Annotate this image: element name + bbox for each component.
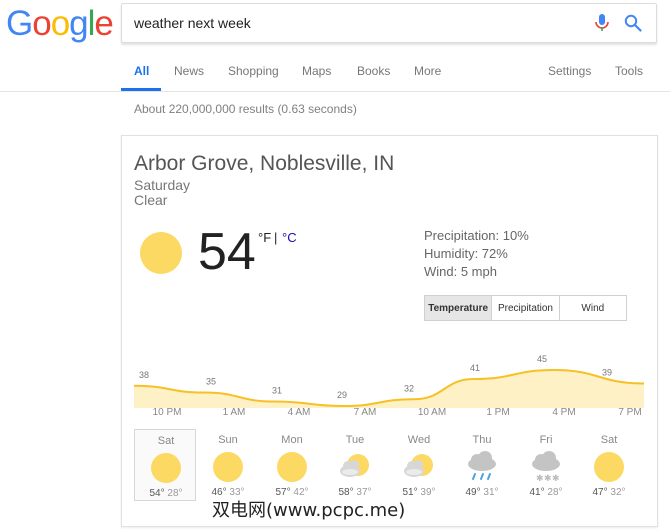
tab-all[interactable]: All (134, 64, 149, 78)
wind-button[interactable]: Wind (558, 296, 626, 320)
chart-x-labels: 10 PM 1 AM 4 AM 7 AM 10 AM 1 PM 4 PM 7 PM (134, 407, 644, 423)
google-logo[interactable]: Google (6, 4, 114, 44)
tab-news[interactable]: News (174, 64, 204, 78)
day-temperatures: 41° 28° (515, 487, 577, 498)
sun-icon (140, 232, 182, 274)
day-forecast-tue[interactable]: Tue 58° 37° (324, 429, 386, 501)
chart-x-label: 4 AM (287, 407, 311, 418)
mic-icon[interactable] (594, 13, 610, 33)
high-temp: 41° (529, 487, 545, 498)
unit-separator: | (274, 230, 278, 245)
search-icon[interactable] (624, 14, 642, 32)
chart-x-label: 10 PM (152, 407, 182, 418)
chart-value-label: 29 (337, 390, 347, 400)
svg-text:✱: ✱ (544, 474, 552, 483)
current-condition: Clear (134, 192, 168, 208)
search-tabs: All News Shopping Maps Books More Settin… (0, 56, 670, 91)
tab-maps[interactable]: Maps (302, 64, 331, 78)
logo-letter: o (32, 4, 51, 43)
high-temp: 49° (465, 487, 481, 498)
svg-text:✱: ✱ (552, 474, 560, 483)
unit-fahrenheit[interactable]: °F (258, 230, 271, 245)
watermark: 双电网(www.pcpc.me) (212, 500, 406, 521)
day-forecast-fri[interactable]: Fri ✱ ✱ ✱ 41° 28° (515, 429, 577, 501)
day-forecast-sat[interactable]: Sat 47° 32° (578, 429, 640, 501)
temperature-button[interactable]: Temperature (425, 296, 492, 320)
low-temp: 28° (544, 487, 563, 498)
current-temperature: 54 (198, 223, 256, 281)
chart-x-label: 7 AM (353, 407, 377, 418)
daily-forecast: Sat 54° 28° Sun 46° 33° Mon 57° 42° Tue 58° 37… (134, 429, 644, 501)
unit-celsius[interactable]: °C (282, 230, 297, 245)
result-stats: About 220,000,000 results (0.63 seconds) (134, 102, 357, 116)
day-name: Thu (472, 434, 492, 446)
day-temperatures: 47° 32° (578, 487, 640, 498)
logo-letter: G (6, 4, 33, 43)
humidity-text: Humidity: 72% (424, 246, 508, 261)
chart-x-label: 1 PM (486, 407, 510, 418)
active-tab-indicator (121, 88, 161, 91)
precipitation-text: Precipitation: 10% (424, 228, 529, 243)
sun-icon (277, 452, 307, 482)
day-name: Sat (157, 435, 175, 447)
day-name: Tue (345, 434, 365, 446)
high-temp: 54° (149, 488, 165, 499)
high-temp: 47° (592, 487, 608, 498)
chart-value-label: 32 (404, 383, 414, 393)
logo-letter: o (50, 4, 70, 43)
snow-icon: ✱ ✱ ✱ (532, 451, 560, 483)
day-forecast-wed[interactable]: Wed 51° 39° (388, 429, 450, 501)
tab-shopping[interactable]: Shopping (228, 64, 279, 78)
logo-letter: e (94, 4, 113, 43)
svg-text:✱: ✱ (536, 474, 544, 483)
chart-value-label: 45 (537, 354, 547, 364)
logo-letter: l (87, 4, 96, 43)
search-input[interactable]: weather next week (134, 15, 251, 31)
tab-more[interactable]: More (414, 64, 441, 78)
chart-value-label: 38 (139, 370, 149, 380)
weather-card: Arbor Grove, Noblesville, IN Saturday Cl… (121, 135, 658, 527)
chart-value-label: 35 (206, 377, 216, 387)
chart-x-label: 7 PM (618, 407, 642, 418)
tab-settings[interactable]: Settings (548, 64, 591, 78)
logo-letter: g (69, 4, 88, 43)
chart-type-toggle: Temperature Precipitation Wind (424, 295, 627, 321)
day-name: Sun (218, 434, 238, 446)
day-forecast-sat[interactable]: Sat 54° 28° (134, 429, 196, 501)
day-forecast-mon[interactable]: Mon 57° 42° (261, 429, 323, 501)
day-name: Mon (281, 434, 303, 446)
day-forecast-sun[interactable]: Sun 46° 33° (197, 429, 259, 501)
partly-cloudy-icon (404, 454, 433, 477)
sun-icon (213, 452, 243, 482)
low-temp: 39° (417, 487, 436, 498)
precipitation-button[interactable]: Precipitation (491, 296, 558, 320)
day-name: Wed (407, 434, 431, 446)
search-box[interactable]: weather next week (121, 3, 657, 43)
rain-icon (468, 451, 496, 480)
chart-value-label: 31 (272, 386, 282, 396)
chart-value-label: 39 (602, 368, 612, 378)
chart-x-label: 1 AM (222, 407, 246, 418)
tab-books[interactable]: Books (357, 64, 390, 78)
low-temp: 28° (164, 488, 183, 499)
chart-value-label: 41 (470, 363, 480, 373)
current-day: Saturday (134, 177, 191, 193)
header: Google weather next week All News Shoppi… (0, 0, 670, 92)
wind-text: Wind: 5 mph (424, 264, 497, 279)
day-forecast-thu[interactable]: Thu 49° 31° (451, 429, 513, 501)
tab-tools[interactable]: Tools (615, 64, 643, 78)
day-temperatures: 49° 31° (451, 487, 513, 498)
sun-icon (594, 452, 624, 482)
chart-x-label: 10 AM (417, 407, 447, 418)
day-temperatures: 54° 28° (135, 488, 197, 499)
low-temp: 32° (607, 487, 626, 498)
partly-cloudy-icon (340, 454, 369, 477)
sun-icon (151, 453, 181, 483)
location-title[interactable]: Arbor Grove, Noblesville, IN (134, 152, 394, 176)
chart-x-label: 4 PM (552, 407, 576, 418)
low-temp: 31° (480, 487, 499, 498)
day-name: Fri (539, 434, 553, 446)
day-name: Sat (600, 434, 618, 446)
